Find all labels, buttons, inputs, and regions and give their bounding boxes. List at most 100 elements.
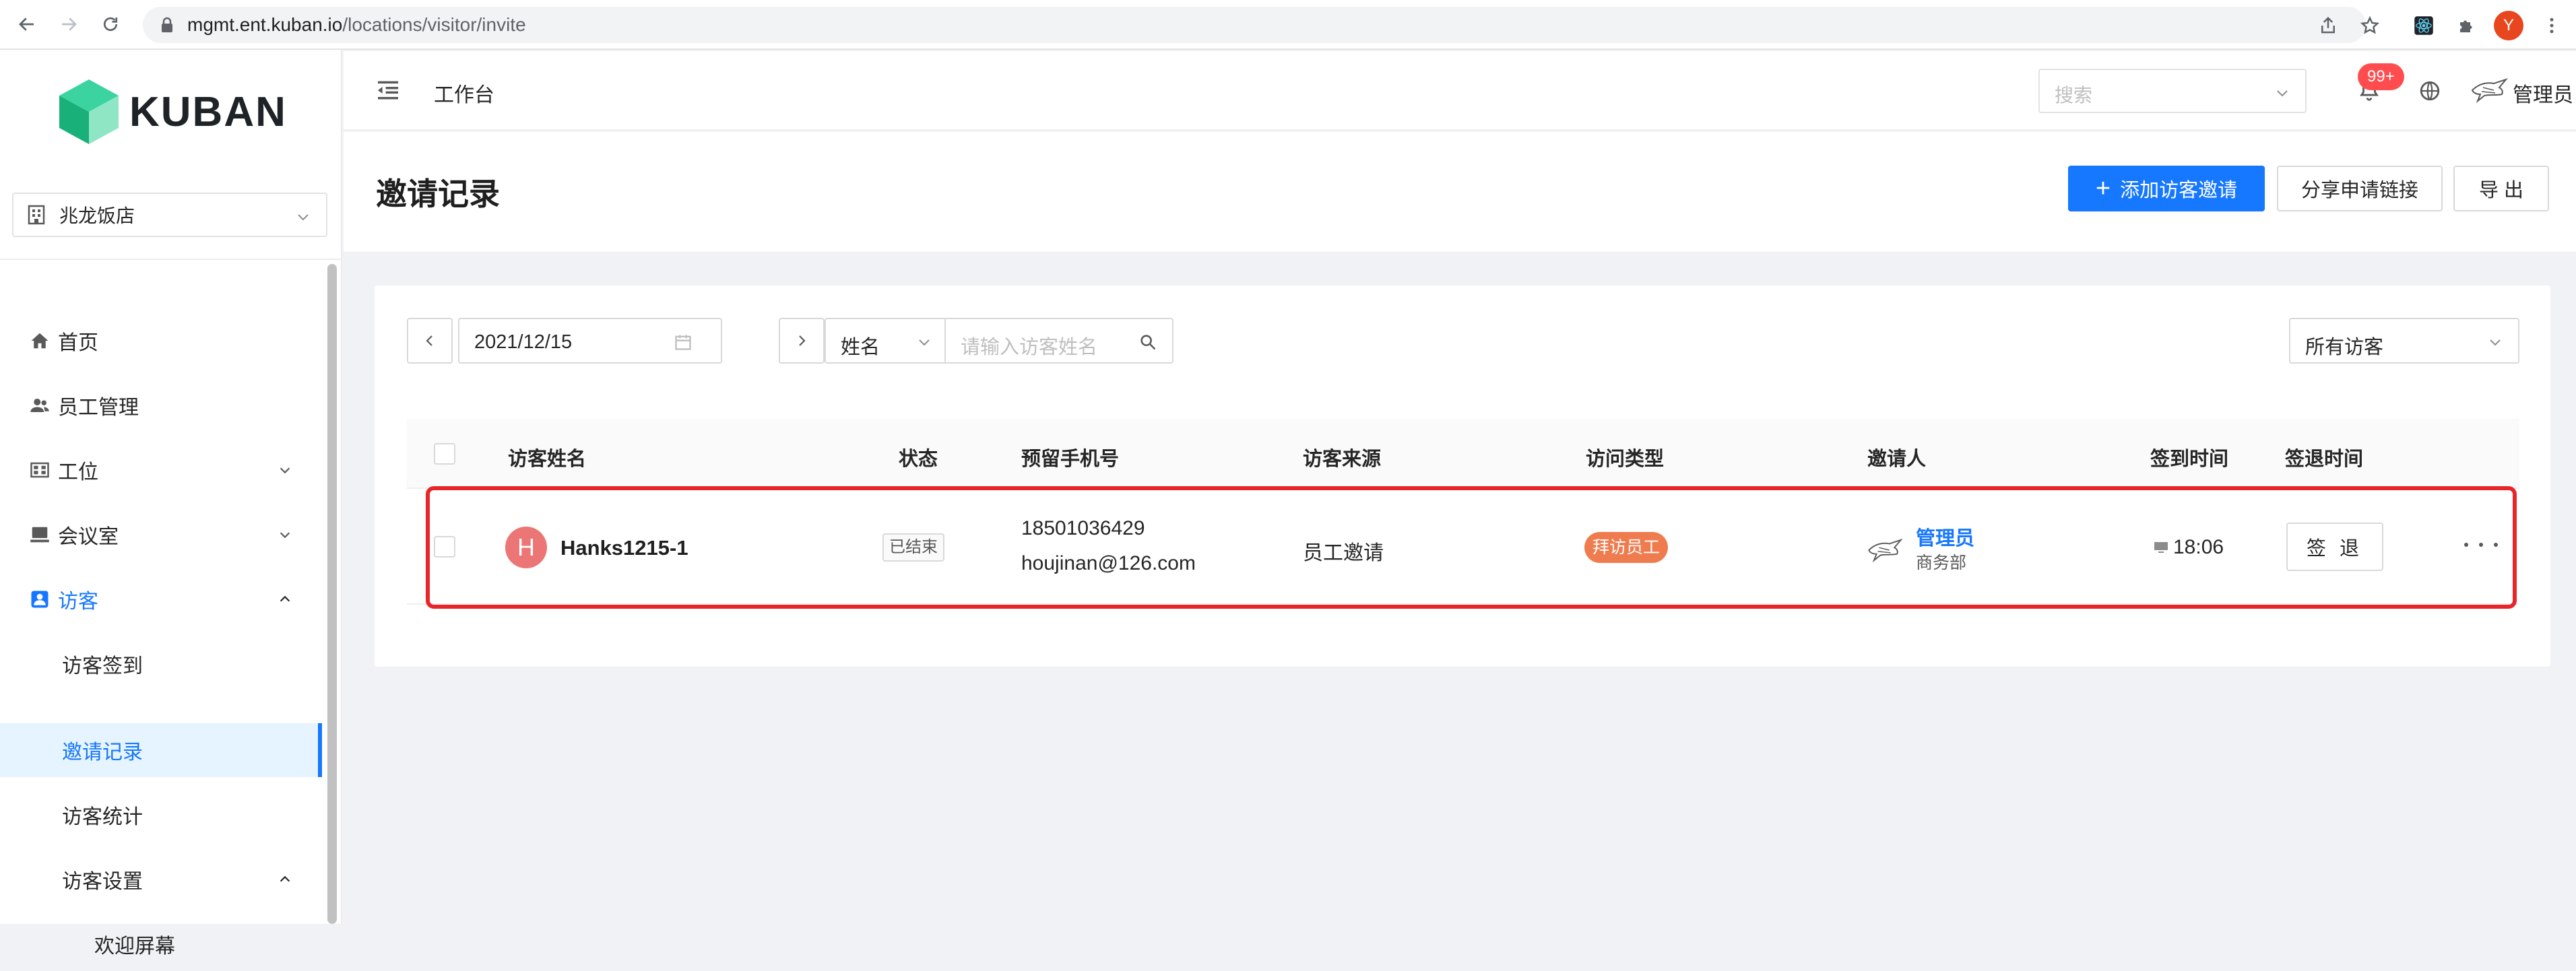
row-highlight-annotation xyxy=(426,486,2517,609)
select-all-checkbox[interactable] xyxy=(434,443,455,465)
column-header-source[interactable]: 访客来源 xyxy=(1303,443,1381,471)
table-header: 访客姓名 状态 预留手机号 访客来源 访问类型 邀请人 签到时间 签退时间 xyxy=(407,419,2519,489)
building-icon xyxy=(28,205,45,225)
react-devtools-icon[interactable] xyxy=(2410,12,2437,39)
search-field-value: 姓名 xyxy=(841,337,880,358)
workbench-link[interactable]: 工作台 xyxy=(434,78,494,108)
sidebar-item-label: 访客 xyxy=(58,591,98,613)
menu-fold-icon[interactable] xyxy=(375,77,401,104)
sidebar-item-label: 邀请记录 xyxy=(62,741,143,764)
calendar-icon xyxy=(675,335,691,350)
sidebar-item-label: 员工管理 xyxy=(58,397,139,419)
visitor-scope-select[interactable]: 所有访客 xyxy=(2289,318,2519,364)
lock-icon xyxy=(162,17,172,32)
sidebar-item-label: 会议室 xyxy=(58,526,119,548)
bookmark-star-icon[interactable] xyxy=(2356,12,2383,39)
url-path: /locations/visitor/invite xyxy=(342,14,526,35)
share-link-button[interactable]: 分享申请链接 xyxy=(2277,166,2443,211)
visitor-scope-value: 所有访客 xyxy=(2305,337,2384,358)
back-icon[interactable] xyxy=(12,9,42,39)
store-name: 兆龙饭店 xyxy=(59,205,135,226)
chevron-down-icon xyxy=(2490,339,2501,346)
globe-icon[interactable] xyxy=(2418,79,2441,102)
sidebar-item-label: 首页 xyxy=(58,332,98,354)
add-visitor-invite-label: 添加访客邀请 xyxy=(2120,180,2238,201)
previous-date-button[interactable] xyxy=(407,318,453,364)
plus-icon: + xyxy=(2095,174,2111,203)
chevron-right-icon xyxy=(799,335,806,346)
sidebar-item-label: 欢迎屏幕 xyxy=(94,935,175,958)
admin-name[interactable]: 管理员 xyxy=(2513,78,2573,108)
chevron-up-icon xyxy=(280,595,290,602)
browser-menu-icon[interactable] xyxy=(2538,12,2565,39)
sidebar-item-visitor-stats[interactable]: 访客统计 xyxy=(0,788,322,842)
chevron-down-icon xyxy=(2277,90,2288,97)
browser-profile-avatar[interactable]: Y xyxy=(2494,11,2523,40)
team-icon xyxy=(30,395,50,415)
address-bar[interactable]: mgmt.ent.kuban.io/locations/visitor/invi… xyxy=(143,7,2366,43)
page-title: 邀请记录 xyxy=(376,176,500,211)
chevron-up-icon xyxy=(280,875,290,882)
extensions-puzzle-icon[interactable] xyxy=(2453,12,2480,39)
sidebar-item-label: 访客签到 xyxy=(62,655,143,677)
sidebar-item-meeting-room[interactable]: 会议室 xyxy=(0,508,322,562)
next-date-button[interactable] xyxy=(779,318,825,364)
notification-badge: 99+ xyxy=(2358,63,2404,90)
column-header-visitor-name[interactable]: 访客姓名 xyxy=(508,443,586,471)
forward-icon[interactable] xyxy=(54,9,84,39)
column-header-visit-type[interactable]: 访问类型 xyxy=(1586,443,1664,471)
sidebar-item-label: 工位 xyxy=(58,461,98,483)
search-icon[interactable] xyxy=(1138,333,1157,351)
date-picker[interactable]: 2021/12/15 xyxy=(458,318,722,364)
browser-toolbar: mgmt.ent.kuban.io/locations/visitor/invi… xyxy=(0,0,2576,50)
column-header-status[interactable]: 状态 xyxy=(899,443,938,471)
column-header-phone[interactable]: 预留手机号 xyxy=(1021,443,1119,471)
url-host: mgmt.ent.kuban.io xyxy=(187,14,343,35)
column-header-checkin-time[interactable]: 签到时间 xyxy=(2150,443,2228,471)
global-search-select[interactable]: 搜索 xyxy=(2038,69,2307,113)
kuban-logo[interactable]: KUBAN xyxy=(58,78,287,145)
share-icon[interactable] xyxy=(2315,12,2342,39)
column-header-checkout-time[interactable]: 签退时间 xyxy=(2285,443,2363,471)
sidebar-item-home[interactable]: 首页 xyxy=(0,314,322,368)
add-visitor-invite-button[interactable]: + 添加访客邀请 xyxy=(2068,166,2265,211)
sidebar: KUBAN 兆龙饭店 首页 员工管理 工位 会议室 访客 访客签到 邀请记录 访… xyxy=(0,50,342,958)
logo-text: KUBAN xyxy=(129,88,287,135)
sidebar-item-visitor-checkin[interactable]: 访客签到 xyxy=(0,637,322,691)
sidebar-item-label: 访客统计 xyxy=(62,806,143,828)
admin-avatar[interactable] xyxy=(2470,77,2509,104)
sidebar-item-visitor-settings[interactable]: 访客设置 xyxy=(0,852,322,906)
sidebar-item-staff[interactable]: 员工管理 xyxy=(0,378,322,432)
sidebar-item-label: 访客设置 xyxy=(62,871,143,893)
store-select[interactable]: 兆龙饭店 xyxy=(12,193,327,237)
chevron-down-icon xyxy=(298,214,309,221)
visitor-icon xyxy=(30,589,50,609)
search-field-select[interactable]: 姓名 xyxy=(825,318,946,364)
chevron-down-icon xyxy=(280,467,290,474)
reload-icon[interactable] xyxy=(96,9,125,39)
page-header: 邀请记录 + 添加访客邀请 分享申请链接 导 出 xyxy=(344,132,2576,253)
chevron-down-icon xyxy=(919,339,930,346)
export-button[interactable]: 导 出 xyxy=(2453,166,2549,211)
home-icon xyxy=(30,331,50,351)
records-card: 2021/12/15 姓名 请输入访客姓名 所有访客 访客姓名 状态 预留手机号… xyxy=(375,286,2550,667)
share-link-label: 分享申请链接 xyxy=(2300,180,2418,201)
visitor-name-placeholder: 请输入访客姓名 xyxy=(961,337,1098,358)
top-header: 工作台 搜索 99+ 管理员 xyxy=(344,51,2576,131)
sidebar-divider xyxy=(0,259,342,260)
sidebar-item-welcome-screen[interactable]: 欢迎屏幕 xyxy=(0,917,322,971)
sidebar-item-visitor[interactable]: 访客 xyxy=(0,572,322,626)
sidebar-scrollbar[interactable] xyxy=(327,264,337,924)
search-placeholder: 搜索 xyxy=(2055,85,2093,106)
sidebar-item-desk[interactable]: 工位 xyxy=(0,443,322,497)
meeting-icon xyxy=(30,525,50,545)
desk-icon xyxy=(30,460,50,480)
column-header-inviter[interactable]: 邀请人 xyxy=(1867,443,1926,471)
kuban-logo-icon xyxy=(59,79,119,144)
sidebar-item-invite-records[interactable]: 邀请记录 xyxy=(0,723,322,777)
visitor-name-search-input[interactable]: 请输入访客姓名 xyxy=(944,318,1173,364)
date-value: 2021/12/15 xyxy=(474,331,573,353)
chevron-down-icon xyxy=(280,532,290,539)
export-label: 导 出 xyxy=(2478,180,2524,201)
chevron-left-icon xyxy=(426,335,432,346)
